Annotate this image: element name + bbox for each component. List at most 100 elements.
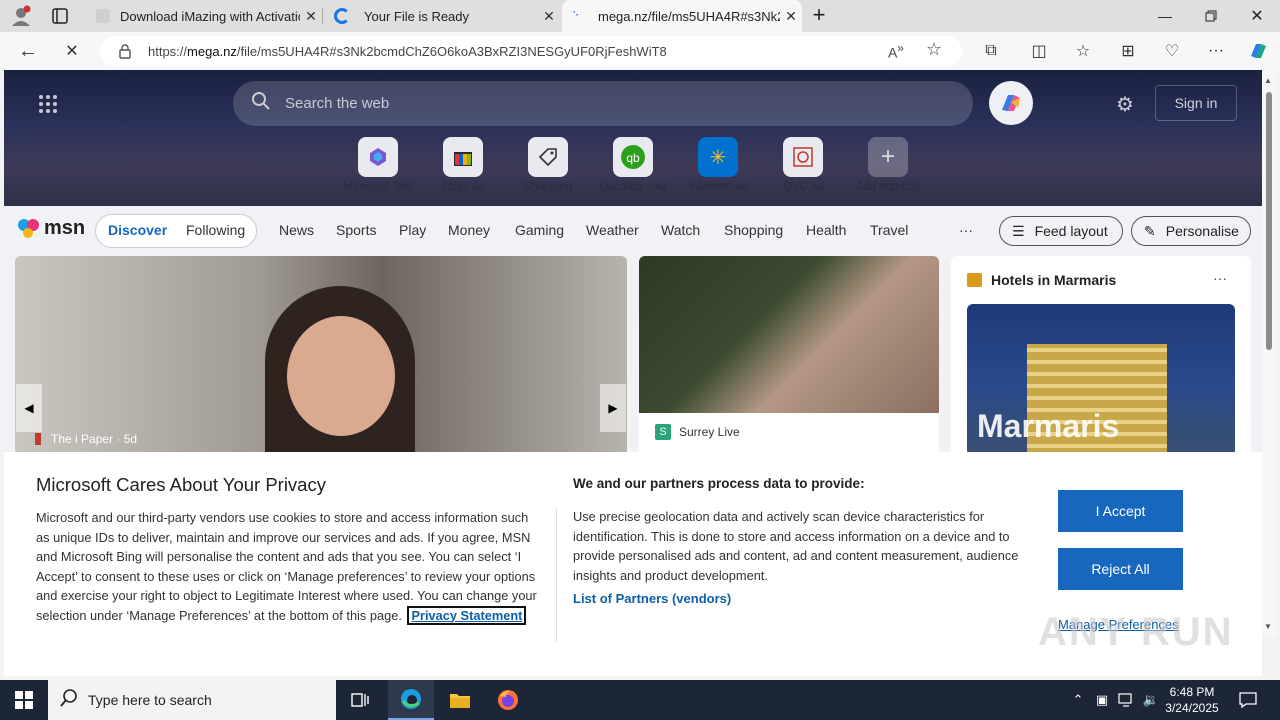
- collections-icon[interactable]: ⊞: [1114, 37, 1142, 65]
- tab-mega[interactable]: ⠑ mega.nz/file/ms5UHA4R#s3Nk2bc ✕: [562, 0, 802, 32]
- tab-your-file[interactable]: Your File is Ready ✕: [324, 0, 560, 32]
- favorites-icon[interactable]: ☆: [1069, 37, 1097, 65]
- search-icon: [251, 91, 271, 116]
- reject-all-button[interactable]: Reject All: [1058, 548, 1183, 590]
- close-window-button[interactable]: ✕: [1234, 0, 1280, 32]
- privacy-divider: [556, 508, 557, 642]
- quick-link-qvc[interactable]: QVC Ad: [760, 137, 846, 193]
- taskbar-edge[interactable]: [388, 680, 434, 720]
- news-card-hands[interactable]: S Surrey Live: [639, 256, 939, 456]
- hotels-card[interactable]: Hotels in Marmaris ··· Marmaris: [951, 256, 1251, 456]
- msn-brand-text: msn: [44, 216, 86, 239]
- scroll-up-arrow[interactable]: ▲: [1264, 76, 1272, 85]
- shopping-tag-icon: [528, 137, 568, 177]
- sliders-icon: ☰: [1012, 222, 1025, 239]
- copilot-button[interactable]: [989, 81, 1033, 125]
- back-button[interactable]: ←: [14, 37, 42, 65]
- nav-news[interactable]: News: [279, 222, 314, 238]
- browser-toolbar: ← ✕ https://mega.nz/file/ms5UHA4R#s3Nk2b…: [0, 32, 1280, 70]
- carousel-prev-button[interactable]: ◀: [16, 384, 42, 432]
- close-icon[interactable]: ✕: [300, 8, 322, 25]
- close-icon[interactable]: ✕: [538, 8, 560, 25]
- nav-weather[interactable]: Weather: [586, 222, 639, 238]
- firefox-icon: [498, 690, 518, 710]
- new-tab-button[interactable]: +: [808, 4, 830, 28]
- card-source: The i Paper · 5d: [35, 432, 137, 446]
- privacy-statement-link[interactable]: Privacy Statement: [407, 605, 527, 625]
- url-text[interactable]: https://mega.nz/file/ms5UHA4R#s3Nk2bcmdC…: [148, 44, 667, 59]
- tab-discover[interactable]: Discover: [108, 222, 167, 238]
- profile-icon[interactable]: [8, 4, 34, 28]
- lock-icon[interactable]: [118, 43, 132, 64]
- nav-more-button[interactable]: ···: [959, 222, 973, 238]
- read-aloud-icon[interactable]: A»: [888, 42, 904, 61]
- nav-money[interactable]: Money: [448, 222, 490, 238]
- tab-following[interactable]: Following: [186, 222, 245, 238]
- notification-center-button[interactable]: [1232, 680, 1264, 720]
- quick-link-ebay[interactable]: Ebay Ad: [420, 137, 506, 193]
- card-image: [639, 256, 939, 413]
- nav-sports[interactable]: Sports: [336, 222, 376, 238]
- windows-icon: [15, 691, 33, 709]
- nav-shopping[interactable]: Shopping: [724, 222, 783, 238]
- quick-link-quickbooks[interactable]: qb Quickbo... Ad: [590, 137, 676, 193]
- tab-strip: Download iMazing with Activatio ✕ Your F…: [0, 0, 1280, 32]
- tray-overflow-icon[interactable]: ⌃: [1068, 680, 1088, 720]
- copilot-icon[interactable]: [1244, 37, 1272, 65]
- favorite-star-icon[interactable]: ☆: [926, 39, 942, 60]
- close-icon[interactable]: ✕: [780, 8, 802, 25]
- msn-logo[interactable]: msn: [16, 216, 85, 240]
- tray-clock[interactable]: 6:48 PM 3/24/2025: [1164, 680, 1220, 720]
- nav-watch[interactable]: Watch: [661, 222, 700, 238]
- task-view-button[interactable]: [340, 680, 380, 720]
- tray-network-icon[interactable]: [1116, 680, 1138, 720]
- tab-imazing[interactable]: Download iMazing with Activatio ✕: [86, 0, 322, 32]
- feed-layout-button[interactable]: ☰ Feed layout: [999, 216, 1123, 246]
- personalise-button[interactable]: ✎ Personalise: [1131, 216, 1251, 246]
- taskbar-search[interactable]: Type here to search: [48, 680, 336, 720]
- minimize-button[interactable]: —: [1142, 0, 1188, 32]
- quick-link-shopping[interactable]: Shopping: [505, 137, 591, 193]
- settings-gear-icon[interactable]: ⚙: [1116, 92, 1134, 117]
- nav-play[interactable]: Play: [399, 222, 426, 238]
- tab-title: Your File is Ready: [364, 8, 470, 24]
- quick-link-microsoft365[interactable]: Microsoft 365: [335, 137, 421, 193]
- news-card-hospital[interactable]: ◀ ▶ The i Paper · 5d: [15, 256, 627, 456]
- search-placeholder: Search the web: [285, 95, 390, 112]
- stop-loading-button[interactable]: ✕: [58, 37, 86, 65]
- quick-link-walmart[interactable]: ✳ Walmart Ad: [675, 137, 761, 193]
- walmart-icon: ✳: [698, 137, 738, 177]
- scrollbar-thumb[interactable]: [1266, 92, 1272, 350]
- tray-volume-icon[interactable]: 🔉: [1140, 680, 1162, 720]
- taskbar-file-explorer[interactable]: [438, 680, 482, 720]
- tab-actions-icon[interactable]: [50, 7, 70, 25]
- taskbar-firefox[interactable]: [486, 680, 530, 720]
- nav-gaming[interactable]: Gaming: [515, 222, 564, 238]
- more-menu-icon[interactable]: ···: [1202, 37, 1230, 65]
- browser-essentials-icon[interactable]: ♡: [1158, 37, 1186, 65]
- carousel-next-button[interactable]: ▶: [600, 384, 626, 432]
- nav-travel[interactable]: Travel: [870, 222, 908, 238]
- quick-link-label: Walmart Ad: [689, 181, 747, 193]
- extensions-icon[interactable]: ⧉: [977, 37, 1005, 65]
- hotel-image: Marmaris: [967, 304, 1235, 456]
- split-screen-icon[interactable]: ◫: [1025, 37, 1053, 65]
- qvc-icon: [783, 137, 823, 177]
- sign-in-button[interactable]: Sign in: [1155, 85, 1237, 121]
- accept-button[interactable]: I Accept: [1058, 490, 1183, 532]
- partners-link[interactable]: List of Partners (vendors): [573, 591, 731, 606]
- tray-device-icon[interactable]: ▣: [1092, 680, 1112, 720]
- add-shortcut-button[interactable]: + Add shortcut: [845, 137, 931, 193]
- folder-icon: [450, 694, 470, 708]
- more-options-icon[interactable]: ···: [1213, 270, 1227, 286]
- address-bar[interactable]: https://mega.nz/file/ms5UHA4R#s3Nk2bcmdC…: [100, 36, 962, 66]
- start-button[interactable]: [0, 680, 48, 720]
- task-view-icon: [351, 693, 369, 707]
- nav-health[interactable]: Health: [806, 222, 846, 238]
- loading-icon: [334, 8, 350, 24]
- web-search-box[interactable]: Search the web: [233, 81, 973, 126]
- app-launcher-icon[interactable]: [38, 94, 58, 114]
- scroll-down-arrow[interactable]: ▼: [1264, 622, 1272, 631]
- restore-button[interactable]: [1188, 0, 1234, 32]
- page-scrollbar[interactable]: ▲ ▼: [1262, 70, 1276, 636]
